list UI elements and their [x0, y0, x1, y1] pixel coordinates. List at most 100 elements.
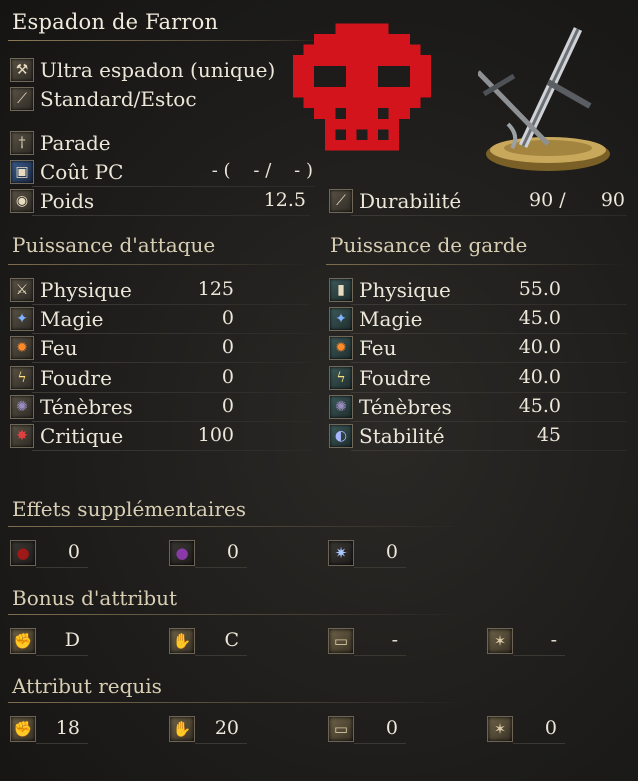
scaling-header: Bonus d'attribut [12, 586, 178, 610]
fire-icon: ✹ [10, 336, 34, 361]
fp-cost-icon: ▣ [10, 160, 34, 184]
attack-stat-label: Critique [40, 424, 124, 448]
requirements-value: 20 [214, 717, 239, 739]
durability-label: Durabilité [359, 189, 462, 213]
attack-stat-label: Ténèbres [40, 394, 133, 419]
intelligence-icon: ▭ [328, 628, 354, 654]
attack-stat-row: ϟ Foudre 0 [10, 364, 310, 393]
shield-lightning-icon: ϟ [329, 365, 353, 390]
guard-stat-row: ▮ Physique 55.0 [329, 276, 627, 305]
weapon-name: Espadon de Farron [12, 10, 219, 34]
guard-stat-value: 45.0 [518, 394, 561, 417]
fp-cost-row: ▣ Coût PC - ( - / - ) [10, 158, 315, 187]
scaling-value: - [550, 629, 557, 651]
frost-icon: ✷ [328, 540, 354, 566]
strength-icon: ✊ [10, 716, 36, 742]
scaling-value: D [64, 629, 80, 651]
attack-stat-value: 0 [221, 365, 234, 388]
stability-icon: ◐ [329, 424, 353, 448]
durability-current: 90 / [529, 189, 566, 211]
durability-row: ⟋ Durabilité 90 / 90 [329, 187, 627, 216]
shield-fire-icon: ✹ [329, 336, 353, 361]
attack-stat-row: ✸ Critique 100 [10, 422, 310, 451]
attack-stat-label: Foudre [40, 365, 112, 390]
guard-stat-value: 40.0 [518, 336, 561, 359]
sword-icon: ⚔ [10, 278, 34, 302]
poison-icon: ● [169, 540, 195, 566]
attack-stat-label: Feu [40, 336, 78, 361]
bleed-icon: ● [10, 540, 36, 566]
lightning-icon: ϟ [10, 365, 34, 390]
weapon-type: Ultra espadon (unique) [40, 58, 276, 82]
dexterity-icon: ✋ [169, 628, 195, 654]
shield-magic-icon: ✦ [329, 307, 353, 332]
faith-icon: ✶ [487, 716, 513, 742]
magic-icon: ✦ [10, 307, 34, 332]
guard-stat-value: 45.0 [518, 307, 561, 330]
effects-value: 0 [67, 541, 80, 563]
weapon-type-row: ⚒ Ultra espadon (unique) [10, 56, 310, 84]
attack-stat-value: 100 [197, 424, 234, 446]
weapon-image [478, 27, 610, 171]
guard-stat-label: Magie [359, 307, 423, 332]
weight-label: Poids [40, 189, 95, 213]
strength-icon: ✊ [10, 628, 36, 654]
weight-row: ◉ Poids 12.5 [10, 187, 310, 216]
dark-icon: ✺ [10, 394, 34, 419]
guard-stat-value: 55.0 [518, 278, 561, 300]
skull-icon [293, 23, 431, 151]
attack-stat-value: 0 [221, 394, 234, 417]
durability-icon: ⟋ [329, 189, 353, 213]
intelligence-icon: ▭ [328, 716, 354, 742]
guard-header: Puissance de garde [330, 233, 528, 257]
shield-dark-icon: ✺ [329, 394, 353, 419]
guard-stat-row: ϟ Foudre 40.0 [329, 364, 627, 393]
durability-max: 90 [600, 189, 625, 211]
guard-stat-value: 40.0 [518, 365, 561, 388]
requirements-header: Attribut requis [12, 674, 162, 698]
attack-stat-value: 0 [221, 336, 234, 359]
attack-header: Puissance d'attaque [12, 233, 216, 257]
guard-stat-row: ◐ Stabilité 45 [329, 422, 627, 451]
critical-icon: ✸ [10, 424, 34, 448]
skill-name: Parade [40, 131, 111, 155]
skill-icon: † [10, 131, 34, 155]
dexterity-icon: ✋ [169, 716, 195, 742]
attack-stat-label: Magie [40, 307, 104, 332]
guard-stat-row: ✦ Magie 45.0 [329, 305, 627, 335]
attack-stat-value: 0 [221, 307, 234, 330]
effects-header: Effets supplémentaires [12, 497, 246, 521]
attack-stat-row: ✺ Ténèbres 0 [10, 393, 310, 422]
attack-stat-row: ⚔ Physique 125 [10, 276, 310, 305]
guard-stat-label: Ténèbres [359, 394, 452, 419]
attack-stat-row: ✦ Magie 0 [10, 305, 310, 335]
requirements-value: 18 [55, 717, 80, 739]
guard-stat-label: Physique [359, 278, 451, 302]
scaling-value: C [224, 629, 239, 651]
guard-stat-label: Stabilité [359, 424, 445, 448]
guard-stat-value: 45 [536, 424, 561, 446]
guard-stat-row: ✹ Feu 40.0 [329, 334, 627, 364]
requirements-value: 0 [385, 717, 398, 739]
weight-value: 12.5 [263, 189, 306, 211]
weight-icon: ◉ [10, 189, 34, 213]
effects-value: 0 [226, 541, 239, 563]
attack-stat-value: 125 [197, 278, 234, 300]
shield-physical-icon: ▮ [329, 278, 353, 302]
attack-stat-label: Physique [40, 278, 132, 302]
attack-type-icon: ⟋ [10, 87, 34, 111]
fp-cost-label: Coût PC [40, 160, 124, 184]
skill-row: † Parade [10, 129, 310, 157]
faith-icon: ✶ [487, 628, 513, 654]
weapon-type-icon: ⚒ [10, 58, 34, 82]
attack-type: Standard/Estoc [40, 87, 197, 111]
fp-cost-value: - ( - / - ) [211, 160, 313, 181]
title-divider [8, 40, 326, 41]
scaling-value: - [391, 629, 398, 651]
effects-value: 0 [385, 541, 398, 563]
guard-stat-label: Feu [359, 336, 397, 361]
attack-stat-row: ✹ Feu 0 [10, 334, 310, 364]
guard-stat-row: ✺ Ténèbres 45.0 [329, 393, 627, 422]
requirements-value: 0 [544, 717, 557, 739]
attack-type-row: ⟋ Standard/Estoc [10, 85, 310, 113]
